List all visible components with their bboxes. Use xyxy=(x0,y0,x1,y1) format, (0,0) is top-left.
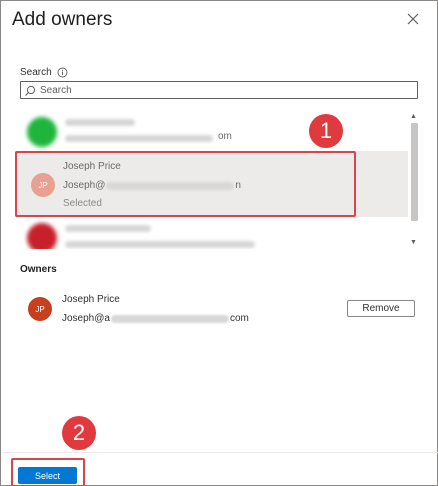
search-label-text: Search xyxy=(20,67,52,78)
email-fragment: om xyxy=(218,131,232,142)
highlight-box-select-button xyxy=(11,458,85,486)
redacted-email xyxy=(65,135,213,142)
list-item[interactable] xyxy=(15,217,408,249)
email-suffix: com xyxy=(229,313,249,324)
owner-name: Joseph Price xyxy=(62,294,120,305)
step-callout-1: 1 xyxy=(309,114,343,148)
redacted-email xyxy=(65,241,255,248)
redacted-name xyxy=(65,225,151,232)
footer-divider xyxy=(2,452,438,453)
search-input[interactable] xyxy=(40,84,400,96)
search-icon xyxy=(24,84,36,96)
scroll-down-icon[interactable]: ▼ xyxy=(410,239,417,247)
close-icon[interactable] xyxy=(404,10,422,28)
scroll-up-icon[interactable]: ▲ xyxy=(410,113,417,121)
owner-email: Joseph@a com xyxy=(62,313,249,324)
search-label: Search xyxy=(20,67,68,78)
dialog-title: Add owners xyxy=(12,9,113,30)
avatar: JP xyxy=(28,297,52,321)
redacted-name xyxy=(65,119,135,126)
results-scrollbar[interactable]: ▲ ▼ xyxy=(408,111,420,249)
highlight-box-selected-result xyxy=(15,151,356,217)
avatar xyxy=(27,117,57,147)
avatar xyxy=(27,223,57,249)
list-item[interactable]: om xyxy=(15,111,408,151)
search-box[interactable] xyxy=(20,81,418,99)
email-prefix: Joseph@a xyxy=(62,313,110,324)
redacted-email xyxy=(110,314,229,323)
step-callout-2: 2 xyxy=(62,416,96,450)
remove-button[interactable]: Remove xyxy=(347,300,415,317)
scroll-thumb[interactable] xyxy=(411,123,418,221)
owners-heading: Owners xyxy=(20,264,57,275)
add-owners-dialog: Add owners Search om JP Joseph Price Jos… xyxy=(0,0,438,486)
info-icon[interactable] xyxy=(57,67,68,78)
